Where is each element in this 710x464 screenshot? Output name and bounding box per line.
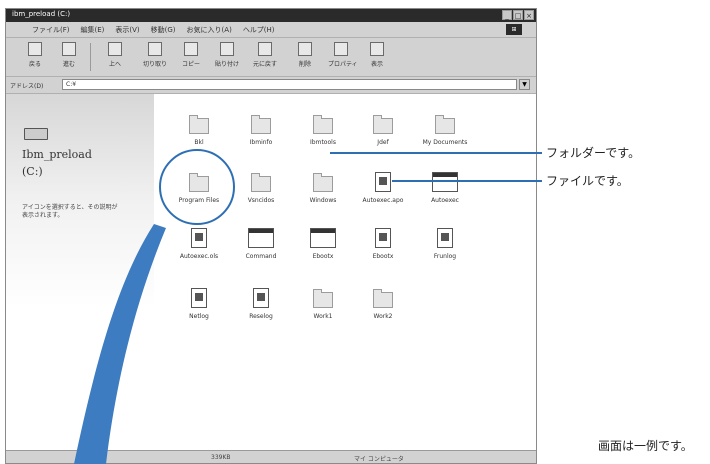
- folder-item[interactable]: Vsncidos: [234, 172, 288, 204]
- file-item[interactable]: Frunlog: [418, 228, 472, 260]
- paste-icon: [220, 42, 234, 56]
- drive-letter: (C:): [22, 165, 43, 178]
- drive-name: Ibm_preload: [22, 148, 92, 161]
- forward-arrow-icon: [62, 42, 76, 56]
- menu-go[interactable]: 移動(G): [151, 25, 176, 35]
- maximize-button[interactable]: □: [513, 10, 523, 20]
- selection-hint: アイコンを選択すると、その説明が表示されます。: [22, 204, 118, 219]
- menu-edit[interactable]: 編集(E): [81, 25, 105, 35]
- my-documents-folder-icon: [435, 115, 455, 134]
- views-button[interactable]: 表示: [364, 42, 390, 72]
- address-dropdown-icon[interactable]: ▼: [519, 79, 530, 90]
- web-view-pane: Ibm_preload (C:) アイコンを選択すると、その説明が表示されます。: [6, 94, 154, 451]
- file-item[interactable]: Command: [234, 228, 288, 260]
- undo-button[interactable]: 元に戻す: [252, 42, 278, 72]
- folder-icon: [373, 289, 393, 308]
- file-item[interactable]: Autoexec.ols: [172, 228, 226, 260]
- folder-icon: [373, 115, 393, 134]
- application-window-icon: [248, 228, 274, 248]
- menu-view[interactable]: 表示(V): [115, 25, 139, 35]
- file-item[interactable]: Ebootx: [356, 228, 410, 260]
- system-file-icon: [191, 228, 207, 248]
- address-bar: アドレス(D) C:¥ ▼: [6, 77, 536, 94]
- minimize-button[interactable]: _: [502, 10, 512, 20]
- address-input[interactable]: C:¥: [62, 79, 517, 90]
- views-grid-icon: [370, 42, 384, 56]
- folder-item[interactable]: Jdef: [356, 114, 410, 146]
- hard-drive-icon: [24, 128, 48, 140]
- folder-icon: [313, 289, 333, 308]
- system-file-icon: [375, 172, 391, 192]
- delete-x-icon: [298, 42, 312, 56]
- properties-button[interactable]: プロパティ: [328, 42, 358, 72]
- menu-file[interactable]: ファイル(F): [32, 25, 70, 35]
- paste-button[interactable]: 貼り付け: [214, 42, 240, 72]
- undo-icon: [258, 42, 272, 56]
- application-window-icon: [310, 228, 336, 248]
- menu-bar: ファイル(F) 編集(E) 表示(V) 移動(G) お気に入り(A) ヘルプ(H…: [6, 22, 536, 38]
- folder-icon: [313, 173, 333, 192]
- delete-button[interactable]: 削除: [292, 42, 318, 72]
- folder-item[interactable]: Work1: [296, 288, 350, 320]
- file-item[interactable]: Reselog: [234, 288, 288, 320]
- status-size: 339KB: [211, 454, 231, 461]
- file-item[interactable]: Netlog: [172, 288, 226, 320]
- file-item[interactable]: Autoexec.apo: [356, 172, 410, 204]
- folder-item[interactable]: Bkl: [172, 114, 226, 146]
- scissors-icon: [148, 42, 162, 56]
- address-label: アドレス(D): [10, 83, 44, 90]
- windows-logo-icon: ⊞: [506, 24, 522, 35]
- content-area: Ibm_preload (C:) アイコンを選択すると、その説明が表示されます。…: [6, 94, 536, 451]
- up-folder-icon: [108, 42, 122, 56]
- status-location: マイ コンピュータ: [354, 456, 404, 463]
- toolbar: 戻る 進む 上へ 切り取り コピー 貼り付け 元に戻す 削除 プロパティ 表示: [6, 38, 536, 77]
- example-caption: 画面は一例です。: [598, 439, 693, 453]
- folder-item[interactable]: Ibminfo: [234, 114, 288, 146]
- folder-item[interactable]: Program Files: [172, 172, 226, 204]
- folder-item[interactable]: Work2: [356, 288, 410, 320]
- menu-help[interactable]: ヘルプ(H): [243, 25, 275, 35]
- folder-callout-label: フォルダーです。: [546, 146, 641, 160]
- text-file-icon: [375, 228, 391, 248]
- folder-item[interactable]: Ibmtools: [296, 114, 350, 146]
- folder-callout-line: [330, 152, 542, 154]
- copy-button[interactable]: コピー: [178, 42, 204, 72]
- folder-icon: [251, 173, 271, 192]
- file-item[interactable]: Autoexec: [418, 172, 472, 204]
- folder-icon: [189, 115, 209, 134]
- file-callout-label: ファイルです。: [546, 174, 629, 188]
- explorer-window: ibm_preload (C:) _ □ × ファイル(F) 編集(E) 表示(…: [5, 8, 537, 464]
- file-item[interactable]: Ebootx: [296, 228, 350, 260]
- toolbar-separator: [90, 43, 91, 71]
- folder-icon: [189, 173, 209, 192]
- back-arrow-icon: [28, 42, 42, 56]
- application-window-icon: [432, 172, 458, 192]
- back-button[interactable]: 戻る: [22, 42, 48, 72]
- close-button[interactable]: ×: [524, 10, 534, 20]
- folder-icon: [251, 115, 271, 134]
- menu-favorites[interactable]: お気に入り(A): [187, 25, 232, 35]
- text-file-icon: [437, 228, 453, 248]
- window-title: ibm_preload (C:): [12, 10, 71, 18]
- text-file-icon: [253, 288, 269, 308]
- title-bar[interactable]: ibm_preload (C:) _ □ ×: [6, 9, 536, 22]
- properties-icon: [334, 42, 348, 56]
- my-documents-item[interactable]: My Documents: [418, 114, 472, 146]
- forward-button[interactable]: 進む: [56, 42, 82, 72]
- copy-icon: [184, 42, 198, 56]
- up-button[interactable]: 上へ: [102, 42, 128, 72]
- text-file-icon: [191, 288, 207, 308]
- status-bar: 339KB マイ コンピュータ: [6, 450, 536, 463]
- cut-button[interactable]: 切り取り: [142, 42, 168, 72]
- folder-icon: [313, 115, 333, 134]
- file-callout-line: [392, 180, 542, 182]
- folder-item[interactable]: Windows: [296, 172, 350, 204]
